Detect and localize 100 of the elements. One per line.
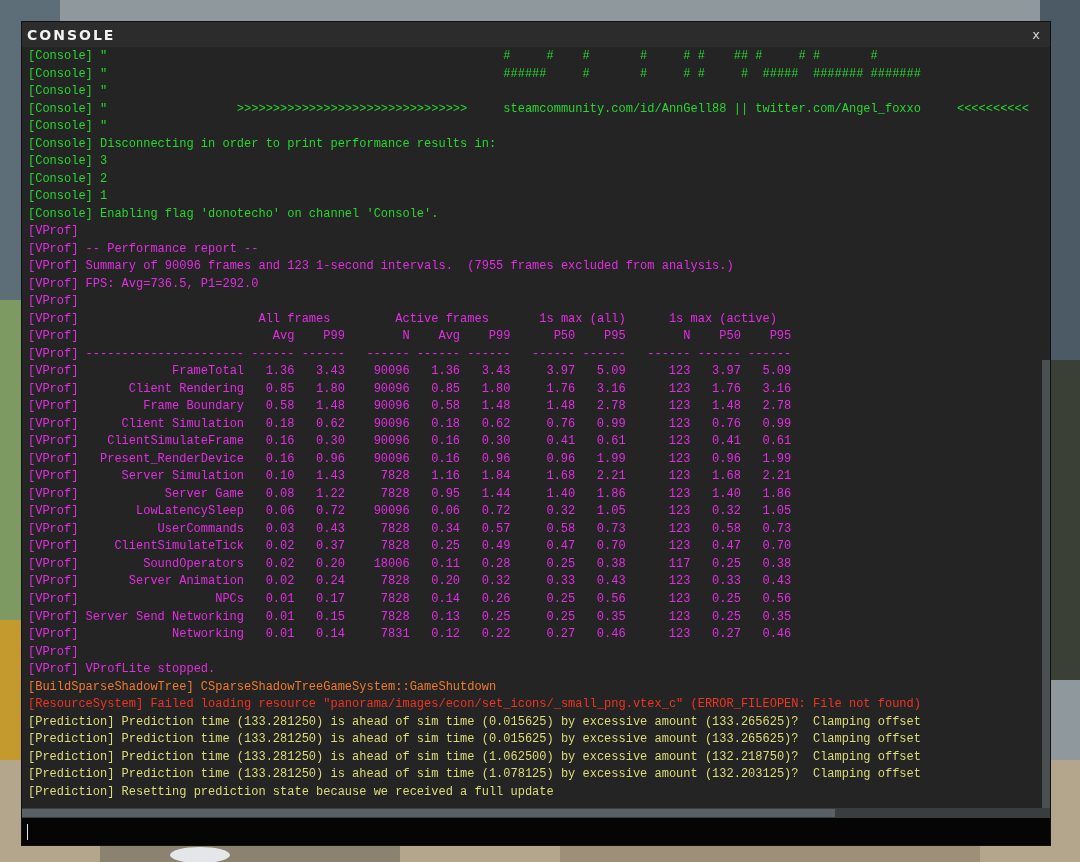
table-cell-text: 0.76 [546,415,576,433]
log-tag: [VProf] [28,328,79,346]
table-cell: 0.35 [596,608,626,626]
table-cell-text: 123 [668,380,691,398]
table-cell: 0.16 [431,433,461,451]
table-cell-text: 0.16 [431,450,461,468]
table-cell-text: 0.99 [596,415,626,433]
log-tag: [VProf] [28,380,79,399]
table-cell: 0.41 [546,433,576,451]
table-cell: 7828 [380,538,410,556]
table-cell-text: 0.95 [431,485,461,503]
log-line: [Console] " # # # # # # ## # # # # [28,48,879,65]
table-cell-text: 7828 [380,591,410,608]
table-cell-text: 3.16 [596,380,626,398]
table-cell: 1.68 [546,468,576,486]
close-button[interactable]: x [1030,27,1042,42]
table-cell: 0.32 [546,503,576,521]
table-cell-text: 0.73 [596,520,626,538]
table-cell: 0.49 [481,538,511,556]
table-cell: Server Animation [128,573,245,591]
table-cell: 123 [668,503,691,521]
column-header: P99 [323,328,345,346]
dash-separator: ------ [251,345,295,363]
table-cell: 0.72 [316,503,345,521]
table-cell: 1.43 [316,468,345,486]
table-cell-text: 0.01 [265,626,295,643]
table-cell: 7828 [380,573,410,591]
table-cell-text: 123 [668,485,691,503]
table-cell: 0.25 [546,608,576,626]
table-cell: 2.78 [596,398,626,416]
table-cell: 90096 [373,363,410,381]
table-cell: 0.02 [265,573,295,591]
table-cell-text: 0.96 [316,450,345,468]
table-cell-text: 0.25 [546,555,576,573]
table-cell-text: 0.56 [596,591,626,608]
table-cell: 2.78 [762,398,792,416]
table-cell: 0.35 [762,608,792,626]
log-line: [VProf] -- Performance report -- [28,240,260,258]
table-cell-text: 0.34 [431,520,461,538]
table-cell-text: 0.27 [546,626,576,643]
log-line: [Console] " ###### # # # # # ##### ####### ####### [28,65,922,83]
table-cell: 0.70 [596,538,626,556]
table-cell: Server Send Networking [85,608,245,626]
table-cell-text: 123 [668,415,691,433]
table-cell-text: 0.02 [265,555,295,573]
table-cell: 1.48 [712,398,741,416]
table-cell-text: 0.56 [762,591,792,608]
table-cell-text: 0.14 [316,626,345,643]
table-cell: 1.16 [431,468,461,486]
text-cursor [27,823,28,840]
scrollbar-thumb[interactable] [22,809,835,817]
log-tag: [VProf] [28,363,79,381]
log-tag: [VProf] [28,485,79,504]
table-cell: 0.13 [431,608,461,626]
table-cell: 90096 [373,503,410,521]
table-cell: 0.47 [546,538,576,556]
horizontal-scrollbar[interactable] [22,808,1050,818]
table-cell-text: 123 [668,591,691,608]
log-line: [Console] Enabling flag 'donotecho' on channel 'Console'. [28,205,440,223]
log-line: [Prediction] Prediction time (133.281250) is ahead of sim time (1.062500) by excessive amount (132.218750)? Clamping offset [28,748,922,766]
table-cell-text: 1.76 [712,380,741,398]
table-cell-text: 0.38 [762,555,792,573]
scrollbar-thumb[interactable] [1042,360,1050,808]
log-line: [Console] " >>>>>>>>>>>>>>>>>>>>>>>>>>>>>>>> steamcommunity.com/id/AnnGell88 || twitter.com/Angel_foxxo <<<<<<<<<< [28,100,1030,118]
table-cell-text: 0.58 [546,520,576,538]
table-cell: 0.37 [316,538,345,556]
table-cell: 1.05 [596,503,626,521]
table-cell-text: 0.28 [481,555,511,573]
dash-separator: ------ [748,345,792,363]
log-line: [Console] Disconnecting in order to print performance results in: [28,135,498,153]
table-cell: 0.16 [265,433,295,451]
table-cell-text: 0.26 [481,591,511,608]
table-cell-text: 0.25 [712,555,741,573]
table-cell: 3.97 [546,363,576,381]
log-line: [VProf] [28,223,80,241]
table-cell-text: 0.96 [712,450,741,468]
table-cell-text: 0.62 [481,415,511,433]
table-cell-text: UserCommands [157,520,245,538]
table-cell: 0.58 [431,398,461,416]
table-cell-text: 7831 [380,626,410,643]
table-cell-text: 0.38 [596,555,626,573]
column-header: N [683,328,691,346]
table-cell: 1.68 [712,468,741,486]
column-header: P95 [604,328,626,346]
log-tag: [VProf] [28,538,79,556]
table-cell-text: 0.57 [481,520,511,538]
table-cell: 1.36 [431,363,461,381]
table-cell: 123 [668,363,691,381]
command-input[interactable] [22,818,1050,845]
table-cell-text: 0.27 [712,626,741,643]
table-cell-text: 90096 [373,380,410,398]
table-cell-text: 7828 [380,520,410,538]
table-cell: 0.32 [481,573,511,591]
table-cell-text: 0.43 [316,520,345,538]
table-cell: 0.30 [481,433,511,451]
log-line: [Prediction] Prediction time (133.281250) is ahead of sim time (0.015625) by excessive amount (133.265625)? Clamping offset [28,713,922,731]
table-cell: 0.41 [712,433,741,451]
table-cell-text: 0.46 [596,626,626,643]
log-tag: [VProf] [28,520,79,539]
log-tag: [VProf] [28,573,79,591]
